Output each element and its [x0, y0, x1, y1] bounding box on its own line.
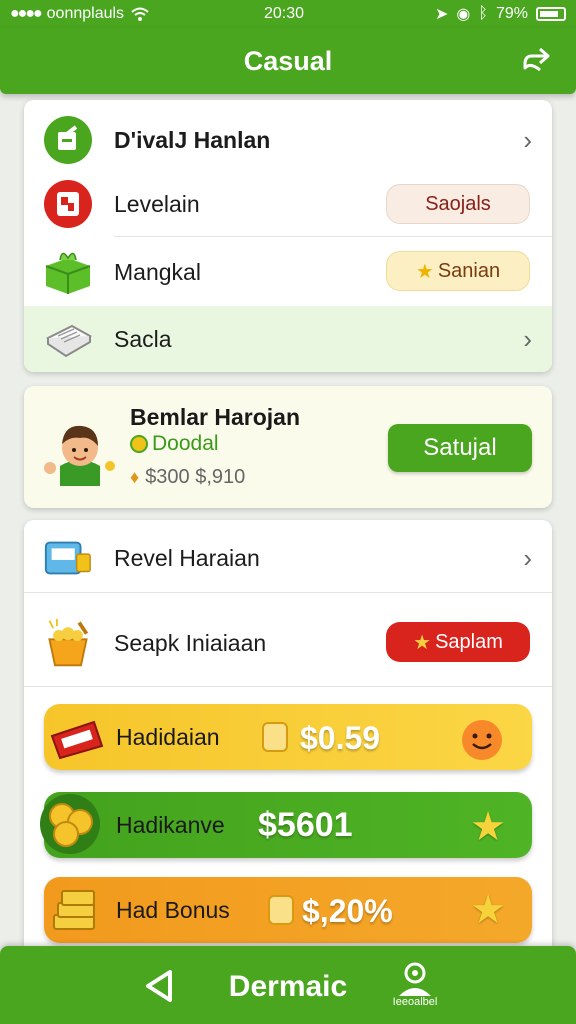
signal-icon: ●●●●: [10, 5, 43, 22]
avatar: [40, 406, 120, 486]
menu-item-sacla[interactable]: Sacla ›: [24, 306, 552, 372]
menu-item-levelain[interactable]: Levelain Saojals: [24, 172, 552, 236]
promo-banner-had-bonus[interactable]: Had Bonus $,20% ★: [44, 877, 532, 943]
promo-label: Had Bonus: [116, 897, 230, 923]
menu-item-label: Sacla: [114, 325, 172, 352]
profile-tab-caption: Ieeoalbel: [392, 996, 438, 1008]
clock: 20:30: [264, 5, 305, 22]
profile-tag: Doodal: [130, 432, 219, 456]
promo-label: Hadidaian: [116, 724, 220, 750]
menu-item-label: Seapk Iniaiaan: [114, 629, 267, 656]
profile-tab[interactable]: Ieeoalbel: [380, 960, 450, 1020]
chevron-right-icon: ›: [523, 124, 532, 155]
star-icon: ★: [415, 260, 434, 283]
bluetooth-icon: ᛒ: [478, 5, 488, 22]
menu-item-seapk[interactable]: Seapk Iniaiaan ★ Saplam: [24, 600, 552, 686]
promo-amount: $5601: [258, 806, 353, 844]
menu-item-mangkal[interactable]: Mangkal ★ Sanian: [24, 238, 552, 306]
red-app-icon: [42, 178, 94, 230]
smiley-sun-icon: [458, 714, 506, 762]
menu-item-label: D'ivalJ Hanlan: [114, 126, 271, 153]
bottom-bar: Dermaic Ieeoalbel: [0, 946, 576, 1024]
location-icon: ➤: [434, 6, 449, 23]
carrier-name: oonnplauls: [46, 5, 125, 22]
menu-item-divalj[interactable]: D'ivalJ Hanlan ›: [24, 108, 552, 172]
share-icon[interactable]: [520, 44, 552, 76]
status-bar: ●●●● oonnplauls 20:30 ➤ ◉ ᛒ 79%: [0, 0, 576, 28]
divider: [24, 592, 552, 593]
green-coin-icon: [130, 435, 148, 453]
coin-icon: ♦: [130, 467, 140, 487]
page-title: Casual: [243, 45, 333, 76]
bottom-bar-title: Dermaic: [228, 970, 348, 1003]
profile-name: Bemlar Harojan: [130, 404, 301, 430]
battery-percent: 79%: [495, 5, 528, 22]
promo-banner-hadikanve[interactable]: Hadikanve $5601 ★: [40, 792, 532, 858]
gold-basket-icon: [42, 617, 94, 669]
green-gift-box-icon: [42, 246, 94, 298]
document-stack-icon: [42, 313, 94, 365]
app-bar: Casual: [0, 28, 576, 94]
satujal-button[interactable]: Satujal: [388, 424, 532, 472]
star-icon: ★: [470, 805, 506, 849]
sanian-badge[interactable]: ★ Sanian: [386, 251, 530, 291]
divider: [114, 236, 552, 237]
profile-balance: ♦ $300 $,910: [130, 466, 246, 488]
coin-stack-icon: [40, 786, 106, 862]
promo-amount: $0.59: [300, 720, 381, 756]
promo-banner-hadidaian[interactable]: Hadidaian $0.59: [44, 704, 532, 770]
star-icon: ★: [470, 888, 506, 932]
saojals-badge[interactable]: Saojals: [386, 184, 530, 224]
saplam-badge[interactable]: ★ Saplam: [386, 622, 530, 662]
ticket-icon: [48, 716, 108, 760]
profile-card: Bemlar Harojan Doodal ♦ $300 $,910 Satuj…: [24, 386, 552, 508]
promo-label: Hadikanve: [116, 812, 225, 838]
chevron-right-icon: ›: [523, 323, 532, 354]
coin-jar-icon: [262, 722, 288, 752]
green-app-icon: [42, 114, 94, 166]
menu-item-label: Levelain: [114, 190, 200, 217]
alarm-icon: ◉: [456, 6, 471, 23]
battery-icon: [536, 7, 566, 21]
divider: [24, 686, 552, 687]
promo-amount: $,20%: [302, 893, 393, 929]
chevron-right-icon: ›: [523, 542, 532, 573]
menu-item-label: Revel Haraian: [114, 544, 260, 571]
cash-register-icon: [42, 532, 94, 584]
wifi-icon: [131, 7, 149, 21]
menu-item-label: Mangkal: [114, 258, 201, 285]
user-icon: [399, 962, 431, 996]
gold-bars-icon: [50, 885, 106, 937]
menu-item-revel[interactable]: Revel Haraian ›: [24, 524, 552, 592]
coin-jar-icon: [268, 895, 294, 925]
star-icon: ★: [413, 631, 432, 654]
menu-card: D'ivalJ Hanlan › Levelain Saojals Mangka…: [24, 100, 552, 372]
